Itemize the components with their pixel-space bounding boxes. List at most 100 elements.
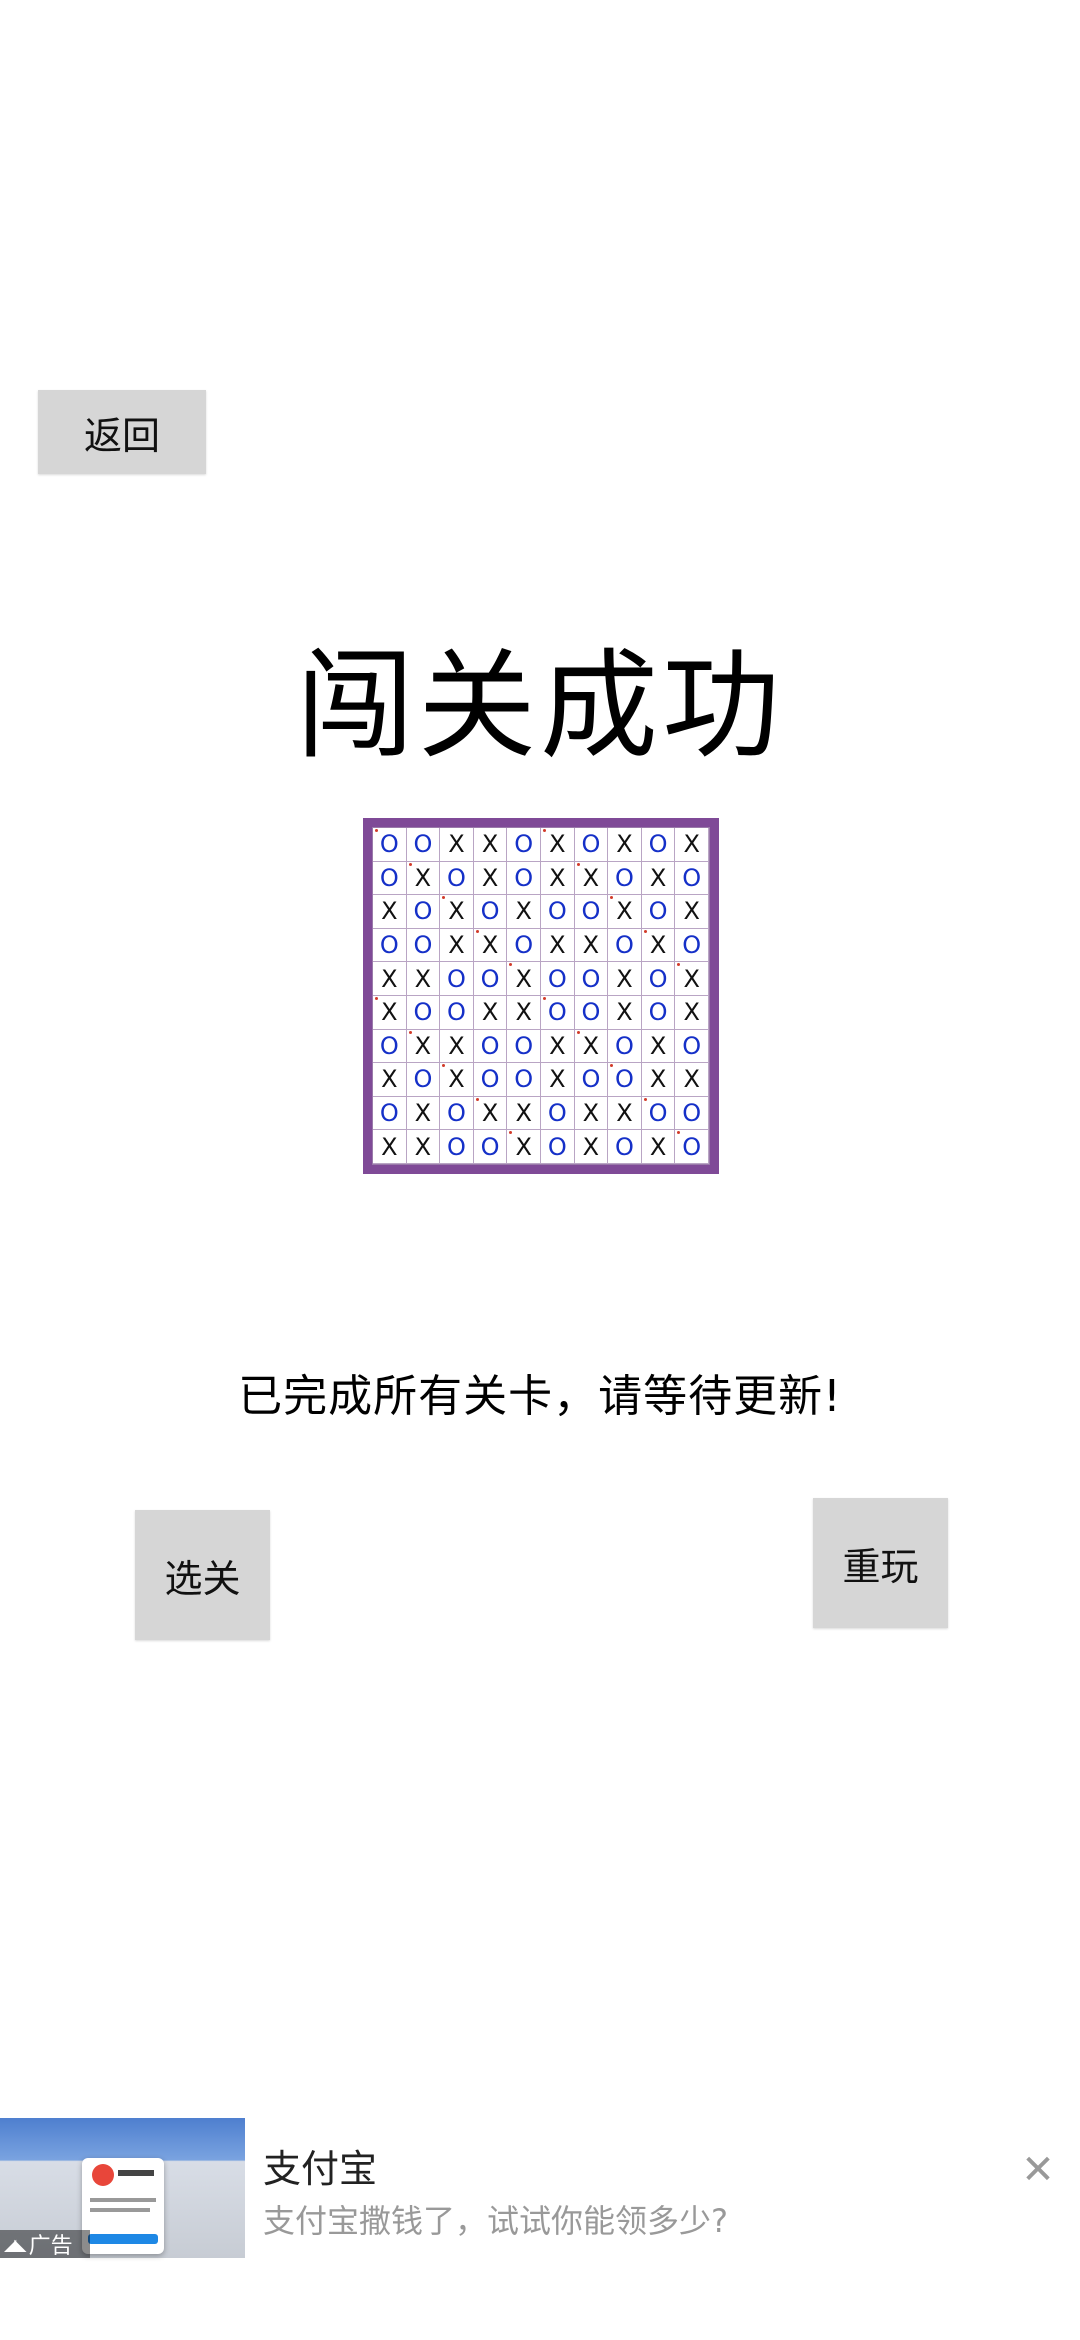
board-cell: X xyxy=(507,1096,541,1131)
board-cell: X xyxy=(473,928,508,963)
cell-marker xyxy=(475,1097,479,1101)
board-cell: O xyxy=(507,1029,541,1064)
cell-marker xyxy=(375,996,378,1000)
cell-marker xyxy=(643,1097,647,1101)
board-cell: O xyxy=(406,1063,441,1097)
board-cell: O xyxy=(675,1130,709,1164)
board-cell: X xyxy=(406,861,441,896)
signal-icon: ◢◣ xyxy=(4,2234,27,2254)
cell-marker xyxy=(408,862,412,866)
ad-label: ◢◣ 广告 xyxy=(0,2230,90,2259)
board-cell: O xyxy=(373,828,407,862)
board-cell: X xyxy=(641,1029,676,1064)
board-cell: X xyxy=(675,1063,709,1097)
board-cell: X xyxy=(473,995,508,1030)
mascot-icon xyxy=(92,2164,114,2186)
board-cell: O xyxy=(473,962,508,996)
board-cell: X xyxy=(440,928,474,963)
board-cell: X xyxy=(608,962,642,996)
board-cell: X xyxy=(373,995,407,1030)
board-cell: X xyxy=(473,1096,508,1131)
board-cell: X xyxy=(440,1029,474,1064)
board-cell: O xyxy=(440,1130,474,1164)
board-cell: O xyxy=(373,928,407,963)
board-cell: O xyxy=(540,1096,575,1131)
board-cell: X xyxy=(608,995,642,1030)
board-grid: OOXXOXOXOXOXOXOXXOXOXOXOXOOXOXOOXXOXXOXO… xyxy=(372,827,710,1165)
board-cell: X xyxy=(440,828,474,862)
board-cell: X xyxy=(641,1130,676,1164)
cell-marker xyxy=(576,1030,580,1034)
board-cell: X xyxy=(440,895,474,929)
board-cell: X xyxy=(507,1130,541,1164)
board-cell: O xyxy=(440,962,474,996)
board-cell: O xyxy=(473,1029,508,1064)
board-cell: O xyxy=(608,1029,642,1064)
board-cell: X xyxy=(574,1029,609,1064)
close-icon[interactable]: ✕ xyxy=(1018,2150,1058,2190)
board-cell: O xyxy=(675,861,709,896)
back-button[interactable]: 返回 xyxy=(38,390,206,474)
ad-subtitle[interactable]: 支付宝撒钱了，试试你能领多少? xyxy=(263,2196,728,2242)
board-cell: O xyxy=(574,895,609,929)
board-cell: X xyxy=(540,1063,575,1097)
board-cell: O xyxy=(574,828,609,862)
board-cell: X xyxy=(406,1130,441,1164)
board-cell: O xyxy=(608,1130,642,1164)
board-cell: O xyxy=(473,1063,508,1097)
board-cell: X xyxy=(373,962,407,996)
board-cell: O xyxy=(507,928,541,963)
completion-message: 已完成所有关卡，请等待更新! xyxy=(238,1371,842,1422)
board-cell: O xyxy=(440,995,474,1030)
cell-marker xyxy=(643,929,647,933)
cell-marker xyxy=(509,1131,513,1135)
board-cell: X xyxy=(641,1063,676,1097)
board-cell: X xyxy=(608,828,642,862)
cell-marker xyxy=(576,862,580,866)
board-cell: O xyxy=(641,1096,676,1131)
ad-label-text: 广告 xyxy=(28,2234,73,2259)
replay-button[interactable]: 重玩 xyxy=(813,1498,948,1628)
board-cell: X xyxy=(507,962,541,996)
board-cell: O xyxy=(608,1063,642,1097)
board-cell: X xyxy=(473,861,508,896)
board-cell: O xyxy=(574,962,609,996)
select-level-button[interactable]: 选关 xyxy=(135,1510,270,1640)
board-cell: X xyxy=(540,861,575,896)
cell-marker xyxy=(542,996,546,1000)
board-cell: O xyxy=(440,861,474,896)
cell-marker xyxy=(408,1030,412,1034)
board-cell: X xyxy=(373,1063,407,1097)
board-cell: X xyxy=(540,828,575,862)
ad-title[interactable]: 支付宝 xyxy=(263,2138,377,2193)
board-cell: X xyxy=(507,995,541,1030)
game-board: OOXXOXOXOXOXOXOXXOXOXOXOXOOXOXOOXXOXXOXO… xyxy=(363,818,719,1174)
board-cell: O xyxy=(406,928,441,963)
board-cell: X xyxy=(373,1130,407,1164)
board-cell: O xyxy=(675,1096,709,1131)
board-cell: X xyxy=(574,928,609,963)
board-cell: O xyxy=(507,828,541,862)
ad-thumbnail-card xyxy=(82,2158,164,2254)
cell-marker xyxy=(610,1064,614,1068)
board-cell: O xyxy=(641,995,676,1030)
cell-marker xyxy=(610,896,614,900)
board-cell: X xyxy=(574,861,609,896)
board-cell: X xyxy=(574,1130,609,1164)
cell-marker xyxy=(677,963,681,967)
board-cell: O xyxy=(641,962,676,996)
page-title: 闯关成功 xyxy=(295,637,784,775)
board-cell: O xyxy=(608,861,642,896)
ad-banner[interactable]: ◢◣ 广告 支付宝 支付宝撒钱了，试试你能领多少? ✕ xyxy=(0,2118,1080,2259)
cell-marker xyxy=(509,963,513,967)
board-cell: O xyxy=(406,828,441,862)
board-cell: X xyxy=(540,1029,575,1064)
ad-thumbnail[interactable]: ◢◣ 广告 xyxy=(0,2118,245,2259)
board-cell: O xyxy=(507,861,541,896)
board-cell: X xyxy=(473,828,508,862)
board-cell: X xyxy=(675,995,709,1030)
board-cell: X xyxy=(540,928,575,963)
board-cell: O xyxy=(675,1029,709,1064)
cell-marker xyxy=(475,929,479,933)
board-cell: X xyxy=(641,928,676,963)
